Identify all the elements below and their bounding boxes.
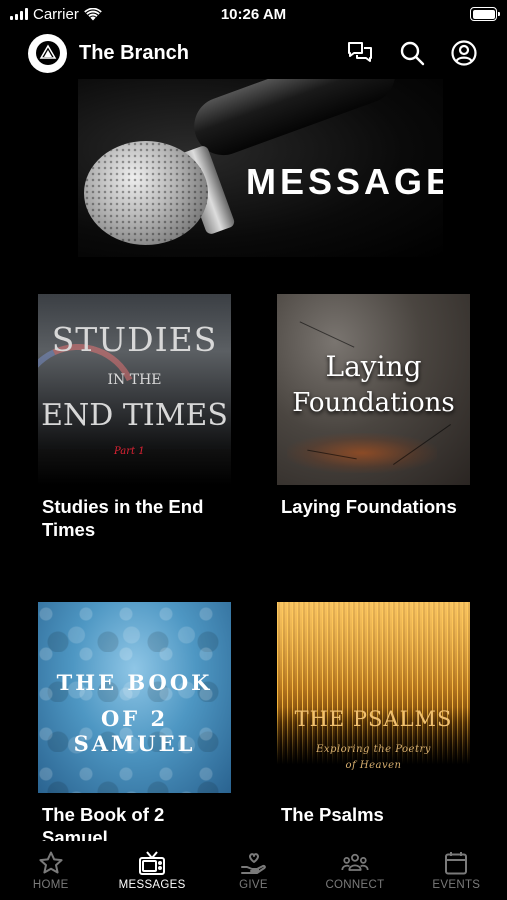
chat-bubbles-icon[interactable] (345, 38, 375, 68)
microphone-image (186, 79, 404, 164)
series-artwork: THE PSALMS Exploring the Poetry of Heave… (277, 602, 470, 793)
logo-icon (35, 41, 60, 65)
tab-messages[interactable]: MESSAGES (101, 841, 202, 900)
tab-home[interactable]: HOME (0, 841, 101, 900)
signal-icon (10, 8, 28, 20)
series-card-2-samuel[interactable]: THE BOOK OF 2 SAMUEL The Book of 2 Samue… (38, 602, 231, 849)
profile-icon[interactable] (449, 38, 479, 68)
hand-heart-icon (240, 849, 268, 877)
search-icon[interactable] (397, 38, 427, 68)
church-logo[interactable] (28, 33, 67, 73)
carrier-label: Carrier (33, 5, 79, 23)
series-artwork: Laying Foundations (277, 294, 470, 485)
series-card-laying-foundations[interactable]: Laying Foundations Laying Foundations (277, 294, 470, 518)
tab-connect[interactable]: CONNECT (304, 841, 405, 900)
wifi-icon (84, 7, 102, 20)
series-title: The Psalms (281, 804, 384, 825)
series-artwork: THE BOOK OF 2 SAMUEL (38, 602, 231, 793)
battery-icon (470, 7, 500, 21)
people-icon (341, 849, 369, 877)
tab-bar: HOME MESSAGES GIVE CONNECT EVENTS (0, 841, 507, 900)
tv-icon (138, 849, 166, 877)
messages-banner: MESSAGES (78, 79, 443, 257)
series-card-psalms[interactable]: THE PSALMS Exploring the Poetry of Heave… (277, 602, 470, 826)
app-header: The Branch (0, 30, 507, 76)
series-artwork: STUDIES IN THE END TIMES Part 1 (38, 294, 231, 485)
star-icon (37, 849, 65, 877)
series-title: Laying Foundations (281, 496, 457, 517)
series-card-end-times[interactable]: STUDIES IN THE END TIMES Part 1 Studies … (38, 294, 231, 541)
status-bar: Carrier 10:26 AM (0, 0, 507, 28)
series-title: Studies in the End Times (42, 496, 204, 540)
tab-events[interactable]: EVENTS (406, 841, 507, 900)
calendar-icon (442, 849, 470, 877)
status-left: Carrier (10, 6, 102, 23)
header-actions (345, 38, 479, 68)
banner-title: MESSAGES (246, 161, 443, 202)
tab-give[interactable]: GIVE (203, 841, 304, 900)
app-title: The Branch (79, 41, 190, 64)
